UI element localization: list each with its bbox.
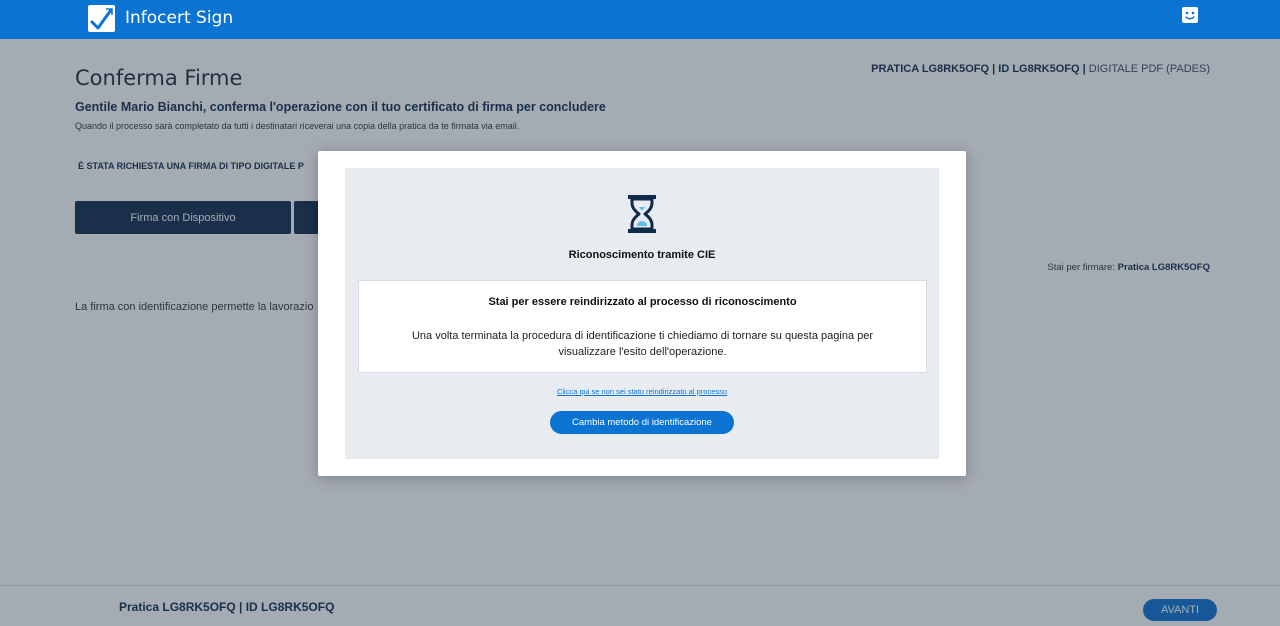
modal-panel: Riconoscimento tramite CIE Stai per esse… — [345, 168, 939, 459]
change-identification-method-button[interactable]: Cambia metodo di identificazione — [550, 411, 734, 434]
redirect-info-card: Stai per essere reindirizzato al process… — [358, 280, 927, 373]
redirect-info-title: Stai per essere reindirizzato al process… — [488, 296, 797, 308]
hourglass-icon — [626, 194, 658, 234]
modal-title: Riconoscimento tramite CIE — [568, 249, 716, 261]
top-bar: Infocert Sign — [0, 0, 1280, 39]
redirect-info-text: Una volta terminata la procedura di iden… — [411, 330, 874, 358]
chat-support-icon[interactable] — [1181, 6, 1199, 24]
brand-name[interactable]: Infocert Sign — [125, 8, 233, 28]
manual-redirect-link[interactable]: Clicca qui se non sei stato reindirizzat… — [345, 387, 939, 396]
signature-check-icon[interactable] — [88, 5, 115, 32]
identification-modal: Riconoscimento tramite CIE Stai per esse… — [318, 151, 966, 476]
